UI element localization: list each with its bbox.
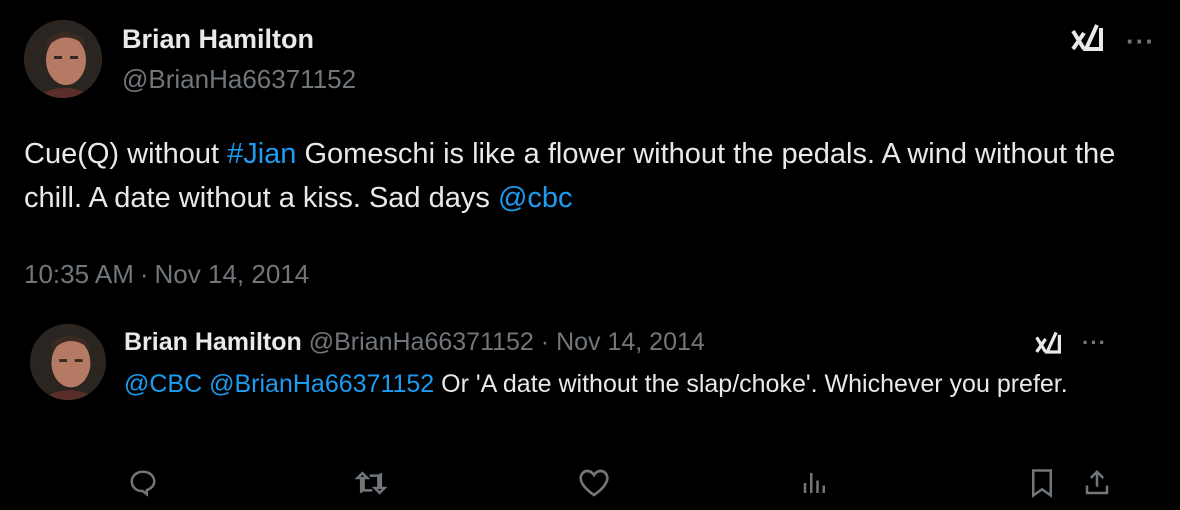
reply-text-body: Or 'A date without the slap/choke'. Whic…	[434, 370, 1068, 398]
like-icon[interactable]	[578, 468, 610, 498]
avatar-photo	[30, 324, 106, 400]
tweet-text-part: Cue(Q) without	[24, 138, 228, 170]
reply-text: @CBC @BrianHa66371152 Or 'A date without…	[124, 364, 1124, 404]
retweet-icon[interactable]	[355, 468, 387, 498]
more-options-icon[interactable]: ···	[1082, 330, 1107, 356]
hashtag-link[interactable]: #Jian	[227, 138, 296, 170]
views-icon[interactable]	[800, 468, 830, 498]
author-handle[interactable]: @BrianHa66371152	[122, 64, 356, 95]
tweet-timestamp[interactable]: 10:35 AM · Nov 14, 2014	[24, 259, 309, 290]
avatar-photo	[24, 20, 102, 98]
reply-author-name[interactable]: Brian Hamilton	[124, 328, 302, 356]
reply-header: Brian Hamilton @BrianHa66371152 · Nov 14…	[124, 328, 705, 357]
grok-icon[interactable]	[1070, 22, 1104, 54]
more-options-icon[interactable]: ···	[1126, 26, 1155, 57]
mention-link[interactable]: @BrianHa66371152	[209, 370, 434, 398]
author-avatar[interactable]	[24, 20, 102, 98]
tweet-time[interactable]: 10:35 AM	[24, 259, 134, 289]
tweet-date[interactable]: Nov 14, 2014	[155, 259, 310, 289]
grok-icon[interactable]	[1034, 330, 1062, 356]
reply-date[interactable]: Nov 14, 2014	[556, 328, 705, 356]
reply-author-handle[interactable]: @BrianHa66371152	[309, 328, 534, 356]
mention-link[interactable]: @cbc	[498, 182, 573, 214]
bookmark-icon[interactable]	[1028, 468, 1056, 498]
reply-icon[interactable]	[128, 468, 158, 498]
separator: ·	[540, 328, 550, 356]
author-name[interactable]: Brian Hamilton	[122, 24, 314, 55]
tweet-text: Cue(Q) without #Jian Gomeschi is like a …	[24, 132, 1134, 220]
reply-avatar[interactable]	[30, 324, 106, 400]
share-icon[interactable]	[1082, 468, 1112, 498]
mention-link[interactable]: @CBC	[124, 370, 202, 398]
separator: ·	[139, 259, 149, 289]
